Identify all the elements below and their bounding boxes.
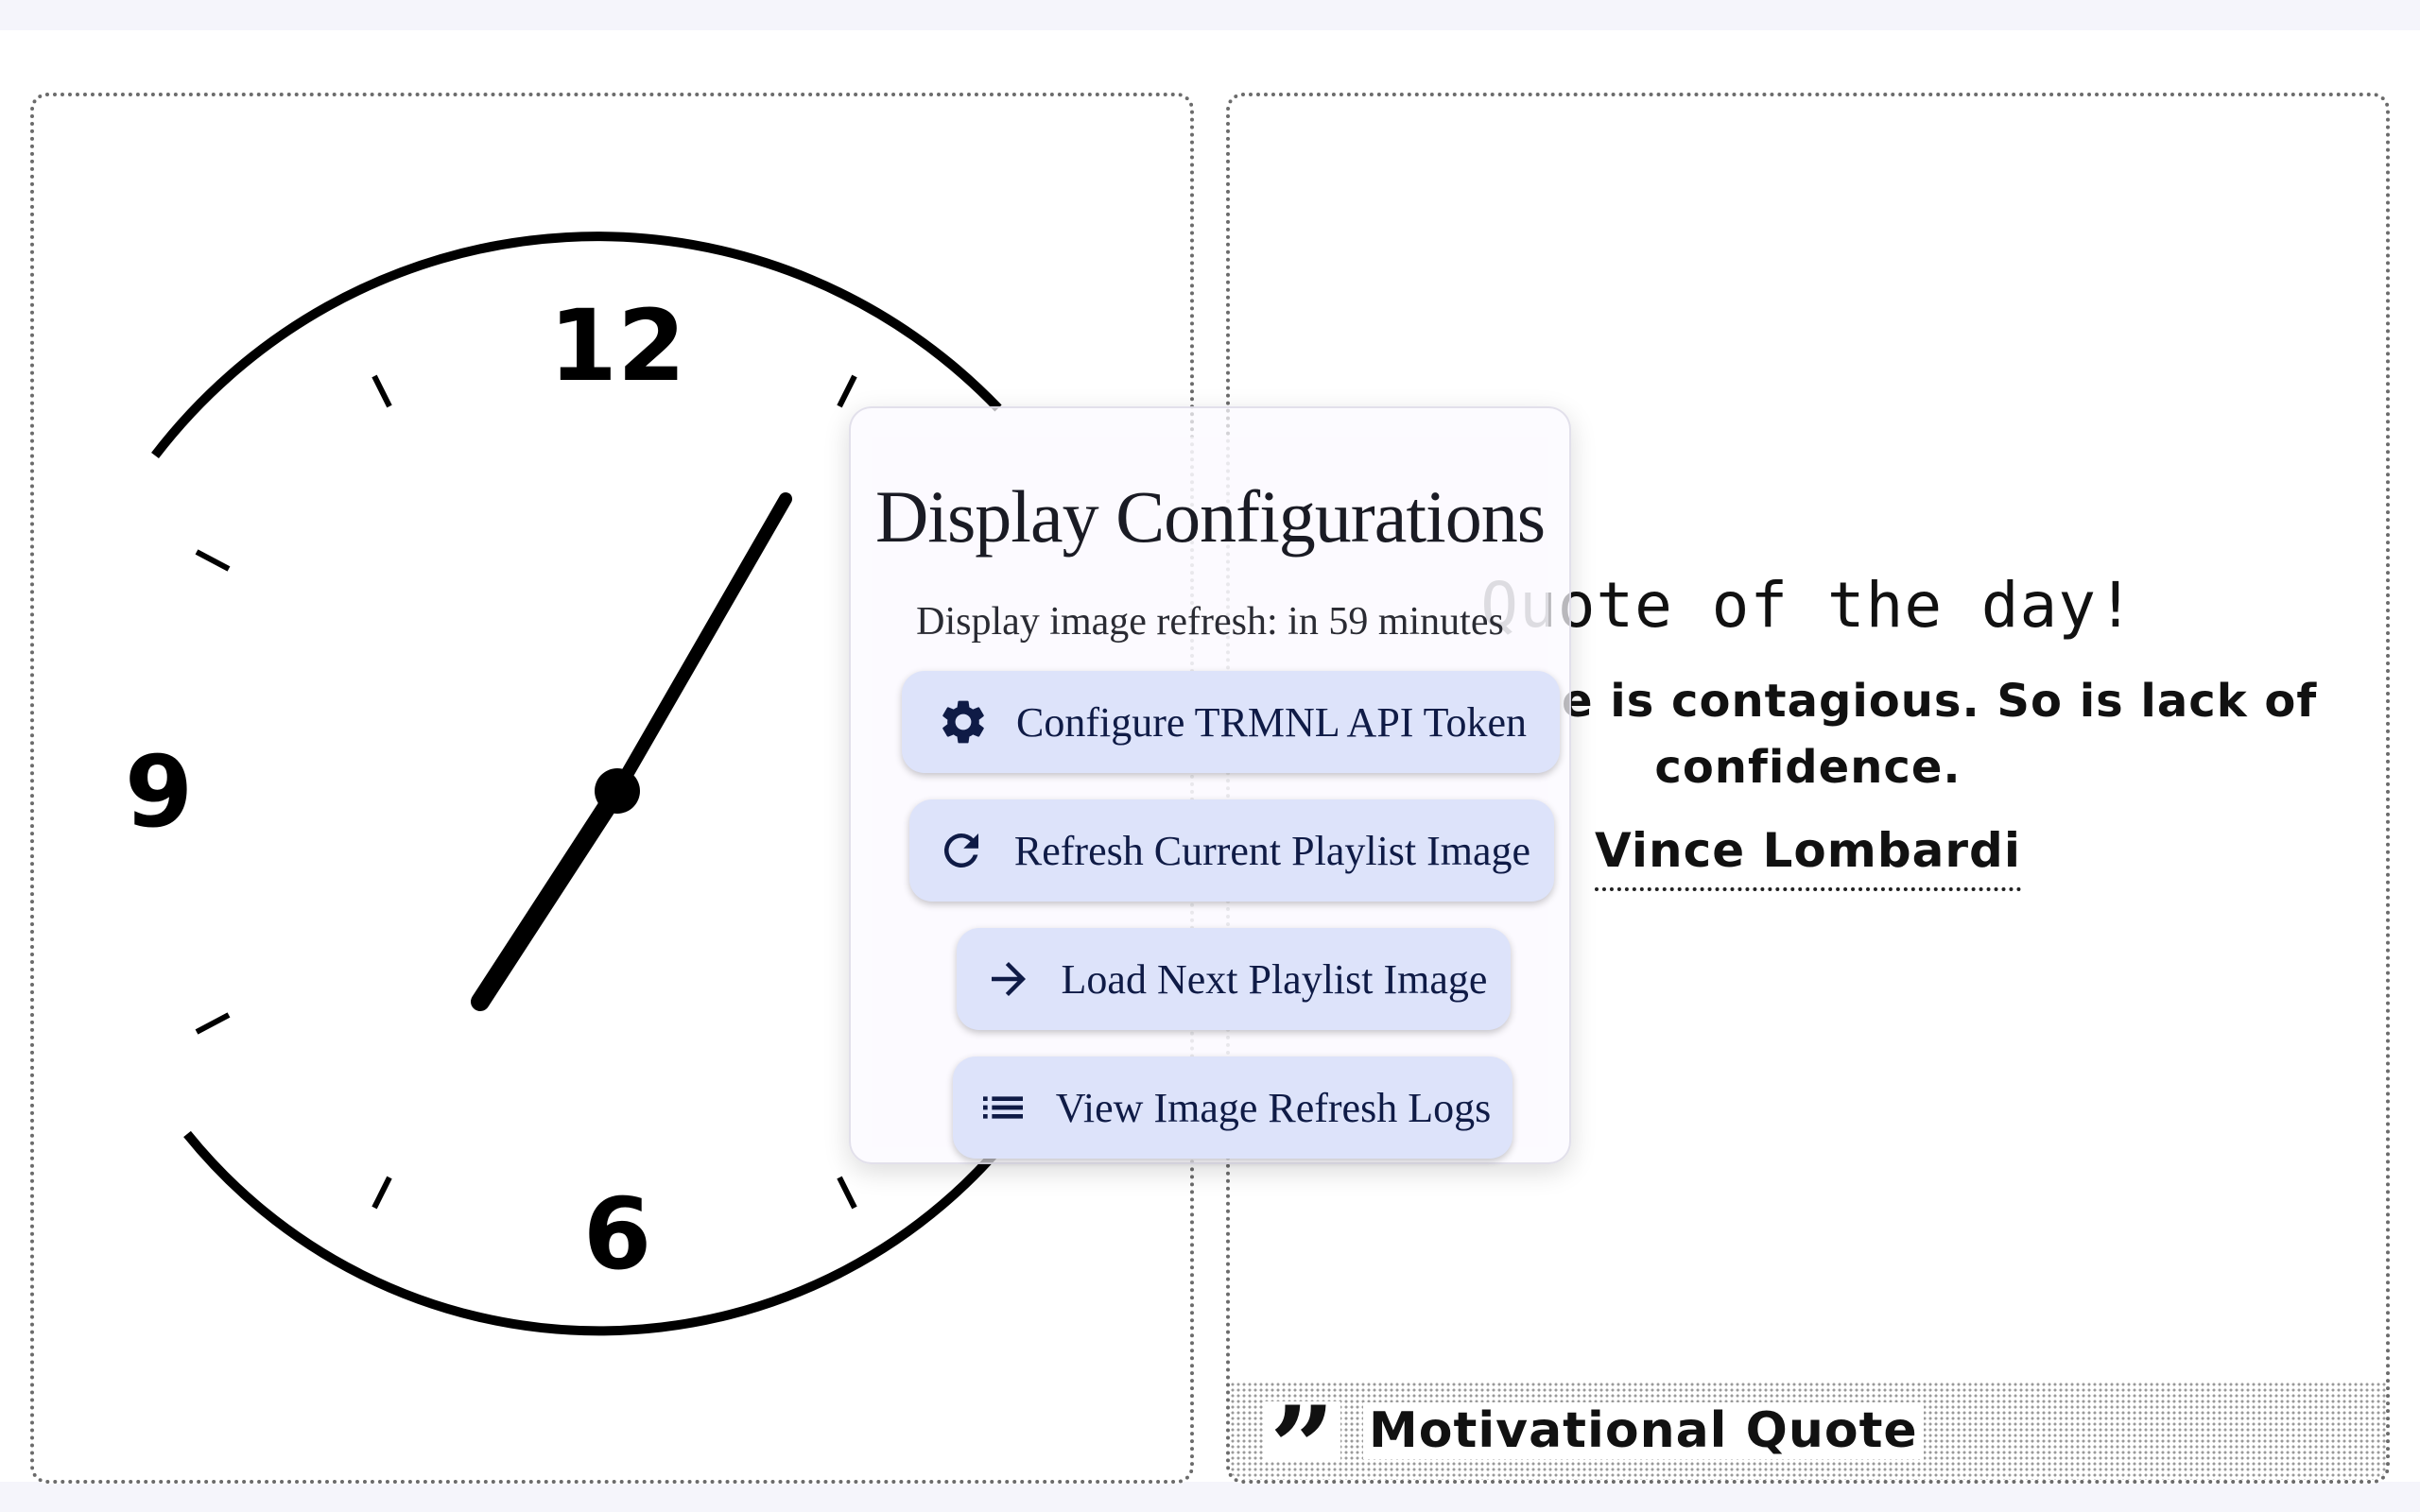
load-next-playlist-image-button[interactable]: Load Next Playlist Image (957, 928, 1511, 1030)
view-refresh-logs-button[interactable]: View Image Refresh Logs (953, 1057, 1512, 1159)
view-refresh-logs-label: View Image Refresh Logs (1055, 1084, 1492, 1131)
configure-api-token-button[interactable]: Configure TRMNL API Token (902, 671, 1560, 773)
plugin-title-bar: ” Motivational Quote (1230, 1382, 2386, 1480)
clock-numeral-9: 9 (125, 734, 193, 850)
quote-author: Vince Lombardi (1595, 823, 2021, 891)
display-configurations-dialog: Display Configurations Display image ref… (849, 406, 1571, 1164)
display-screen: 12 9 6 Quote of the day! Confidence is c… (0, 30, 2420, 1484)
load-next-playlist-image-label: Load Next Playlist Image (1061, 955, 1488, 1003)
gear-icon (935, 694, 992, 750)
tick-7 (372, 1176, 392, 1210)
configure-api-token-label: Configure TRMNL API Token (1016, 698, 1527, 746)
quote-heading: Quote of the day! (1480, 568, 2135, 642)
plugin-title: Motivational Quote (1363, 1402, 1924, 1459)
clock-numeral-12: 12 (549, 288, 686, 404)
refresh-playlist-image-button[interactable]: Refresh Current Playlist Image (909, 799, 1554, 902)
list-icon (975, 1079, 1031, 1136)
clock-numeral-6: 6 (583, 1177, 651, 1292)
refresh-icon (933, 822, 990, 879)
refresh-playlist-image-label: Refresh Current Playlist Image (1013, 827, 1531, 874)
clock-center-pin (595, 768, 640, 814)
tick-10 (195, 549, 231, 572)
dialog-title: Display Configurations (874, 475, 1546, 558)
quote-icon: ” (1264, 1401, 1341, 1460)
tick-5 (837, 1176, 857, 1210)
dialog-body: Display Configurations Display image ref… (872, 437, 1560, 1159)
clock-hour-hand (471, 782, 627, 1011)
tick-8 (195, 1012, 231, 1035)
clock-minute-hand (611, 492, 792, 798)
arrow-right-icon (980, 951, 1037, 1007)
refresh-status-text: Display image refresh: in 59 minutes (916, 600, 1504, 644)
tick-11 (372, 374, 392, 408)
tick-1 (837, 374, 857, 408)
clock-ticks (195, 374, 857, 1210)
